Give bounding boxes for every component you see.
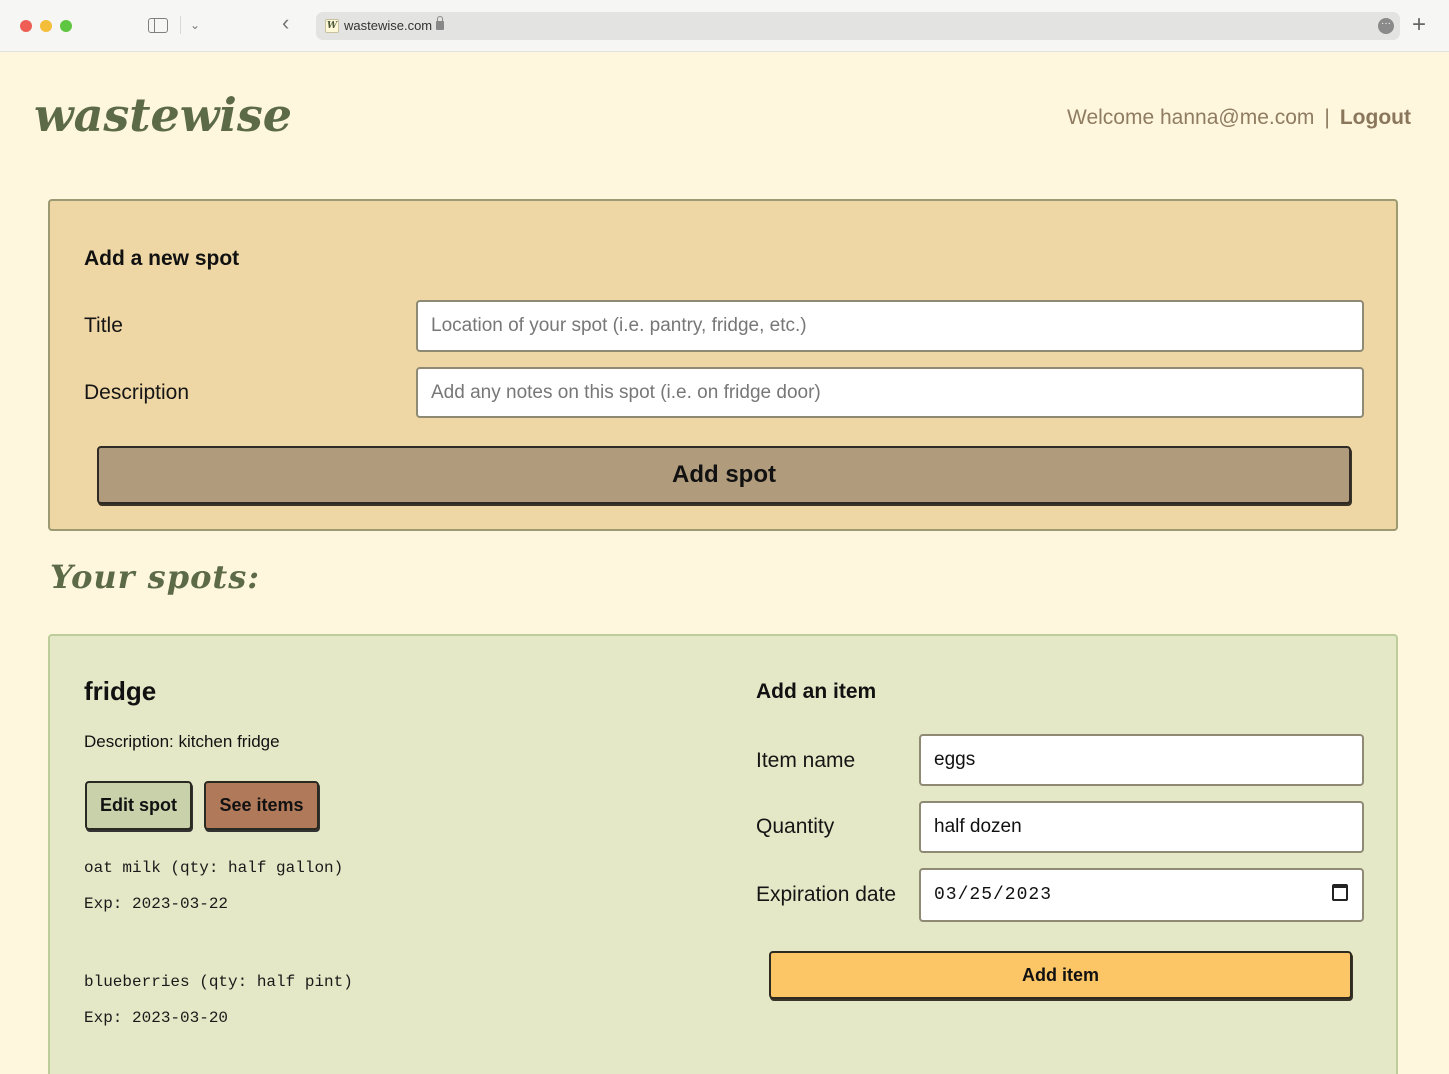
spot-description-input[interactable]: [416, 367, 1364, 418]
quantity-label: Quantity: [756, 815, 835, 838]
toolbar-divider: [180, 16, 181, 34]
expiration-date-value: 03/25/2023: [934, 885, 1053, 905]
add-spot-heading: Add a new spot: [84, 247, 240, 270]
lock-icon: [436, 16, 444, 30]
expiration-date-input[interactable]: 03/25/2023: [919, 868, 1364, 922]
item-name-input[interactable]: [919, 734, 1364, 786]
add-spot-button[interactable]: Add spot: [97, 446, 1351, 504]
item-exp-line: Exp: 2023-03-22: [84, 895, 229, 913]
logout-link[interactable]: Logout: [1340, 106, 1411, 129]
add-item-heading: Add an item: [756, 680, 877, 703]
item-name-line: blueberries (qty: half pint): [84, 973, 353, 991]
quantity-input[interactable]: [919, 801, 1364, 853]
spot-card: fridge Description: kitchen fridge Edit …: [48, 634, 1398, 1074]
spot-title-input[interactable]: [416, 300, 1364, 352]
see-items-button[interactable]: See items: [204, 781, 319, 830]
url-text[interactable]: wastewise.com: [344, 18, 432, 33]
your-spots-heading: Your spots:: [50, 558, 261, 596]
chevron-down-icon[interactable]: ⌄: [190, 14, 200, 36]
browser-toolbar: ⌄ ‹ W wastewise.com ··· +: [0, 0, 1449, 52]
description-label: Description: [84, 381, 190, 404]
back-arrow-icon[interactable]: ‹: [282, 12, 289, 34]
spot-description: Description: kitchen fridge: [84, 732, 280, 751]
nav-separator: |: [1324, 106, 1330, 129]
minimize-window-button[interactable]: [40, 20, 52, 32]
new-tab-plus-icon[interactable]: +: [1412, 11, 1426, 39]
address-bar[interactable]: W wastewise.com ···: [316, 12, 1400, 40]
item-name-label: Item name: [756, 749, 856, 772]
calendar-icon[interactable]: [1332, 884, 1348, 901]
add-item-button[interactable]: Add item: [769, 951, 1352, 999]
maximize-window-button[interactable]: [60, 20, 72, 32]
site-favicon-icon: W: [325, 19, 339, 33]
app-logo[interactable]: wastewise: [34, 88, 292, 142]
expiration-date-label: Expiration date: [756, 883, 897, 906]
title-label: Title: [84, 314, 123, 337]
user-nav: Welcome hanna@me.com | Logout: [1067, 106, 1411, 130]
close-window-button[interactable]: [20, 20, 32, 32]
item-exp-line: Exp: 2023-03-20: [84, 1009, 229, 1027]
welcome-text: Welcome hanna@me.com: [1067, 106, 1315, 129]
edit-spot-button[interactable]: Edit spot: [85, 781, 192, 830]
item-name-line: oat milk (qty: half gallon): [84, 859, 344, 877]
sidebar-toggle-icon[interactable]: [148, 18, 168, 33]
spot-title: fridge: [84, 676, 157, 706]
add-spot-form: Add a new spot Title Description Add spo…: [48, 199, 1398, 531]
more-options-icon[interactable]: ···: [1378, 18, 1394, 34]
